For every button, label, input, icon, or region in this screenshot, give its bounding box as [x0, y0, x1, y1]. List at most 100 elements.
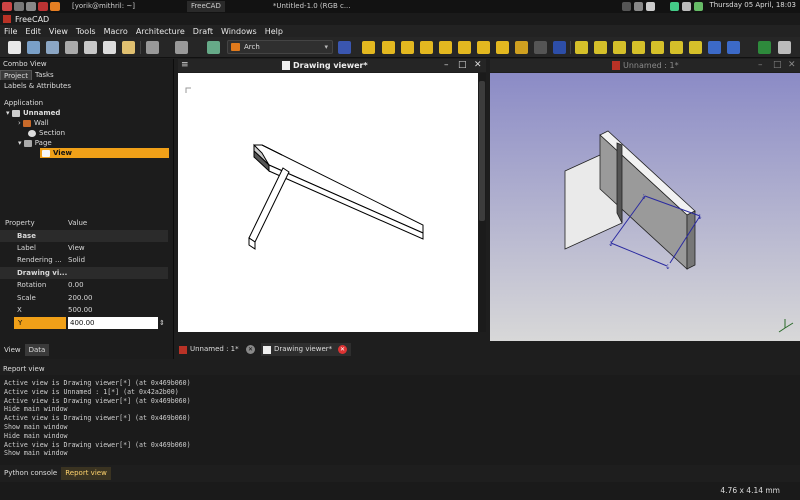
drawing-scrollbar[interactable] [478, 73, 486, 332]
menu-icon[interactable]: ≡ [181, 60, 189, 70]
print-icon[interactable] [65, 41, 78, 54]
site-icon[interactable] [496, 41, 509, 54]
3d-view-titlebar: Unnamed : 1* – □ ✕ [490, 59, 800, 72]
prop-scale[interactable]: Scale 200.00 [0, 292, 168, 304]
add-icon[interactable] [534, 41, 547, 54]
arc-icon[interactable] [651, 41, 664, 54]
tree-item-unnamed[interactable]: ▾ Unnamed [6, 108, 60, 118]
task-terminal[interactable]: [yorik@mithril: ~] [68, 1, 139, 12]
tree-item-wall[interactable]: › Wall [18, 118, 49, 128]
menu-file[interactable]: File [0, 27, 21, 36]
structure-icon[interactable] [362, 41, 375, 54]
clock[interactable]: Thursday 05 April, 18:03 [709, 1, 796, 9]
combo-tabs: Project Tasks [0, 70, 173, 80]
section-plane-icon[interactable] [515, 41, 528, 54]
close-icon[interactable]: ✕ [474, 60, 482, 70]
circle-icon[interactable] [670, 41, 683, 54]
browser-icon[interactable] [50, 2, 60, 11]
doc-tab-drawing[interactable]: Drawing viewer* ✕ [261, 343, 351, 356]
prop-rotation[interactable]: Rotation 0.00 [0, 279, 168, 291]
open-icon[interactable] [27, 41, 40, 54]
remove-icon[interactable] [553, 41, 566, 54]
3d-viewport[interactable]: ⇣ ⇣ ⇣ ⇣ [490, 73, 800, 341]
freecad-launch-icon[interactable] [38, 2, 48, 11]
polygon-icon[interactable] [632, 41, 645, 54]
maximize-icon[interactable]: □ [773, 60, 782, 70]
network-icon[interactable] [670, 2, 679, 11]
prop-x[interactable]: X 500.00 [0, 304, 168, 316]
macro-icon[interactable] [758, 41, 771, 54]
app-launcher-icon[interactable] [2, 2, 12, 11]
menu-windows[interactable]: Windows [217, 27, 261, 36]
menu-tools[interactable]: Tools [72, 27, 100, 36]
minimize-icon[interactable]: – [758, 60, 763, 70]
wall-icon[interactable] [382, 41, 395, 54]
prop-group-base[interactable]: Base [0, 230, 168, 242]
minimize-icon[interactable]: – [444, 60, 449, 70]
menu-help[interactable]: Help [261, 27, 287, 36]
tree-item-view[interactable]: View [40, 148, 169, 158]
menu-edit[interactable]: Edit [21, 27, 45, 36]
prop-group-drawing-view[interactable]: Drawing vi... [0, 267, 168, 279]
tray-icon-1[interactable] [622, 2, 631, 11]
tray-icon-2[interactable] [634, 2, 643, 11]
files-icon[interactable] [14, 2, 24, 11]
close-icon[interactable]: ✕ [338, 345, 347, 354]
wire-icon[interactable] [594, 41, 607, 54]
dimension-icon[interactable] [689, 41, 702, 54]
paste-icon[interactable] [122, 41, 135, 54]
property-header: Property Value [0, 217, 168, 229]
close-icon[interactable]: ✕ [788, 60, 796, 70]
terminal-icon[interactable] [26, 2, 36, 11]
tree-item-page[interactable]: ▾ Page [18, 138, 52, 148]
prop-y[interactable]: Y 400.00 ⇕ [0, 317, 168, 329]
close-icon[interactable]: ✕ [246, 345, 255, 354]
redo-icon[interactable] [175, 41, 188, 54]
workbench-select[interactable]: Arch ▾ [227, 40, 333, 54]
tab-project[interactable]: Project [0, 70, 32, 80]
battery-icon[interactable] [694, 2, 703, 11]
toolbar-overflow-icon[interactable] [778, 41, 791, 54]
undo-icon[interactable] [146, 41, 159, 54]
document-tabs: Unnamed : 1* ✕ Drawing viewer* ✕ [178, 342, 800, 357]
menu-architecture[interactable]: Architecture [132, 27, 189, 36]
roof-icon[interactable] [420, 41, 433, 54]
scrollbar-thumb[interactable] [479, 81, 485, 221]
volume-icon[interactable] [682, 2, 691, 11]
tray-icon-3[interactable] [646, 2, 655, 11]
whats-this-icon[interactable] [338, 41, 351, 54]
new-document-icon[interactable] [8, 41, 21, 54]
refresh-icon[interactable] [207, 41, 220, 54]
task-gimp[interactable]: *Untitled-1.0 (RGB c... [269, 1, 355, 12]
drawing-canvas[interactable] [178, 73, 478, 332]
menu-macro[interactable]: Macro [100, 27, 132, 36]
tab-view[interactable]: View [0, 344, 25, 356]
building-icon[interactable] [477, 41, 490, 54]
line-icon[interactable] [575, 41, 588, 54]
cut-icon[interactable] [84, 41, 97, 54]
tab-python-console[interactable]: Python console [0, 467, 61, 480]
prop-label[interactable]: Label View [0, 242, 168, 254]
menu-view[interactable]: View [45, 27, 72, 36]
axis-icon[interactable] [439, 41, 452, 54]
tab-tasks[interactable]: Tasks [32, 70, 57, 80]
copy-icon[interactable] [103, 41, 116, 54]
menu-draft[interactable]: Draft [189, 27, 217, 36]
doc-tab-unnamed[interactable]: Unnamed : 1* ✕ [178, 343, 258, 356]
prop-y-value-input[interactable]: 400.00 [68, 317, 158, 329]
window-icon[interactable] [401, 41, 414, 54]
svg-text:⇣: ⇣ [697, 213, 703, 221]
rotate-icon[interactable] [727, 41, 740, 54]
task-freecad[interactable]: FreeCAD [186, 1, 225, 12]
maximize-icon[interactable]: □ [458, 60, 467, 70]
report-log[interactable]: Active view is Drawing viewer[*] (at 0x4… [0, 375, 800, 465]
move-icon[interactable] [708, 41, 721, 54]
tree-item-section[interactable]: Section [28, 128, 65, 138]
prop-rendering[interactable]: Rendering ... Solid [0, 254, 168, 266]
save-icon[interactable] [46, 41, 59, 54]
tab-data[interactable]: Data [24, 344, 50, 356]
floor-icon[interactable] [458, 41, 471, 54]
rectangle-icon[interactable] [613, 41, 626, 54]
tab-report-view[interactable]: Report view [61, 467, 111, 480]
spinbox-arrows-icon[interactable]: ⇕ [159, 317, 165, 329]
